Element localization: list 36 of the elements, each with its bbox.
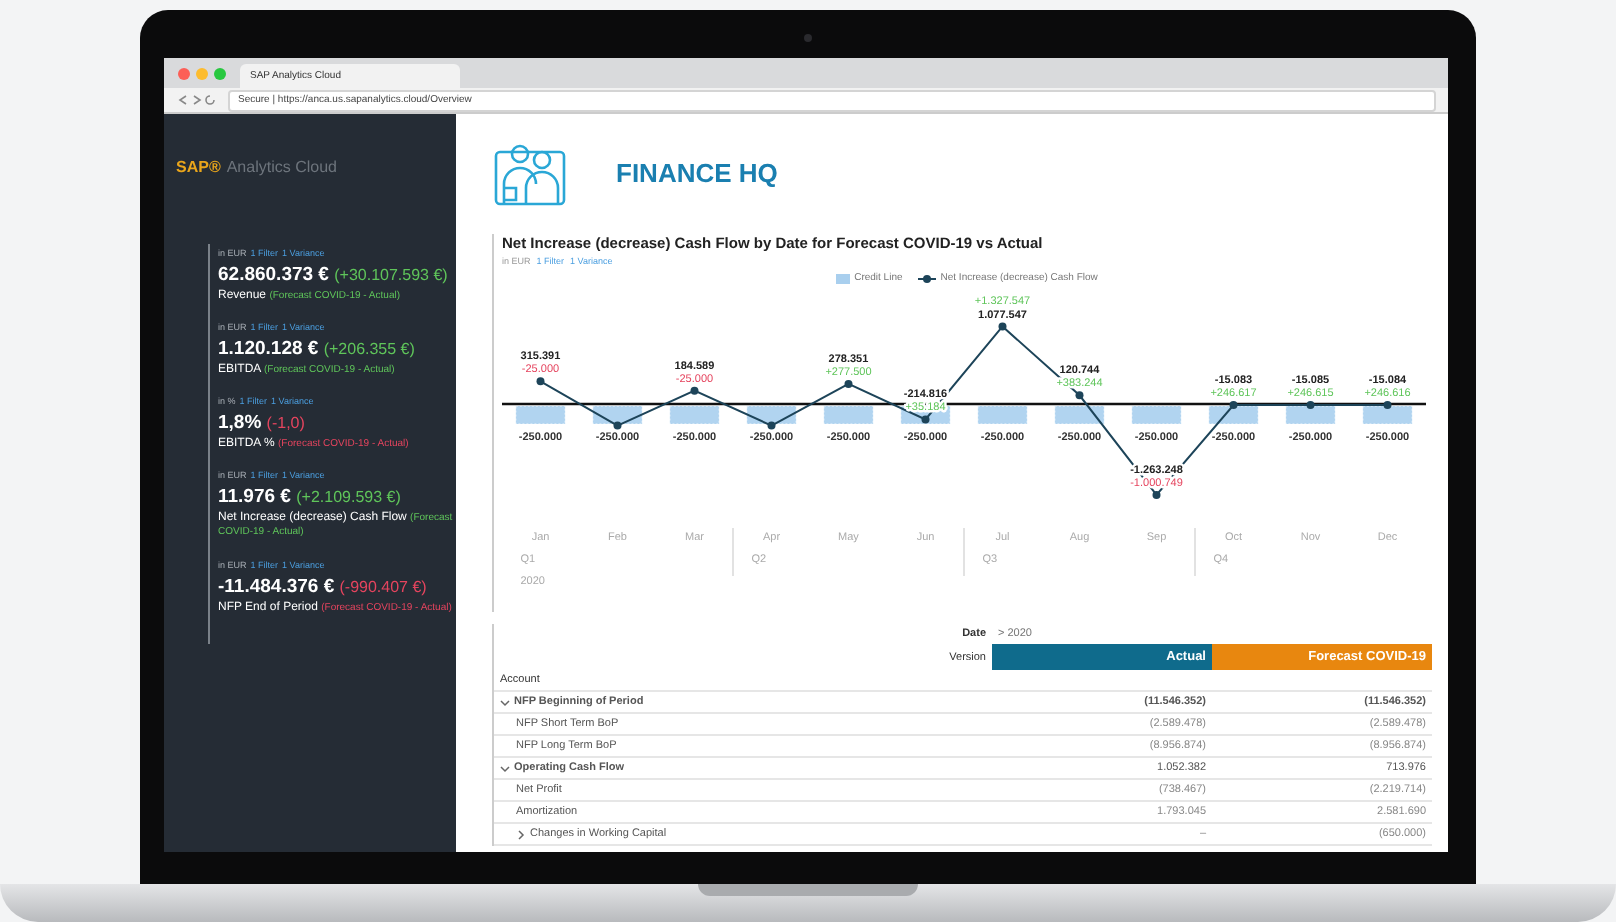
data-point xyxy=(1152,490,1161,499)
data-point xyxy=(921,415,930,424)
kpi-value: 11.976 € (+2.109.593 €) xyxy=(218,488,403,511)
legend-line-icon xyxy=(918,273,937,283)
chevron-right-icon[interactable] xyxy=(516,829,526,839)
data-point xyxy=(1383,401,1392,410)
data-point xyxy=(613,421,622,430)
legend-swatch-icon xyxy=(836,273,851,283)
data-point xyxy=(1229,401,1238,410)
nav-arrows-icon[interactable] xyxy=(176,94,220,106)
credit-line-bar xyxy=(1131,405,1182,425)
kpi-value: -11.484.376 € (-990.407 €) xyxy=(218,577,429,600)
chevron-down-icon[interactable] xyxy=(500,763,510,773)
credit-line-bar xyxy=(1285,405,1336,425)
credit-line-bar xyxy=(977,405,1028,425)
data-point xyxy=(690,386,699,395)
data-point xyxy=(1075,391,1084,400)
kpi-value: 62.860.373 € (+30.107.593 €) xyxy=(218,266,450,288)
credit-line-bar xyxy=(1362,405,1413,425)
data-point xyxy=(767,421,776,430)
data-point xyxy=(1306,401,1315,410)
credit-line-bar xyxy=(1054,405,1105,425)
credit-line-bar xyxy=(669,405,720,425)
logo-text: SAP® xyxy=(176,158,221,176)
kpi-value: 1,8% (-1,0) xyxy=(218,414,307,437)
data-point xyxy=(844,379,853,388)
chevron-down-icon[interactable] xyxy=(500,697,510,707)
dashboard-title: FINANCE HQ xyxy=(616,157,778,187)
credit-line-bar xyxy=(515,405,566,425)
data-point xyxy=(998,322,1007,331)
logo-text: Analytics Cloud xyxy=(226,158,337,176)
camera-icon xyxy=(804,34,812,42)
credit-line-bar xyxy=(823,405,874,425)
data-point xyxy=(536,377,545,386)
kpi-value: 1.120.128 € (+206.355 €) xyxy=(218,340,417,363)
credit-line-bar xyxy=(1208,405,1259,425)
